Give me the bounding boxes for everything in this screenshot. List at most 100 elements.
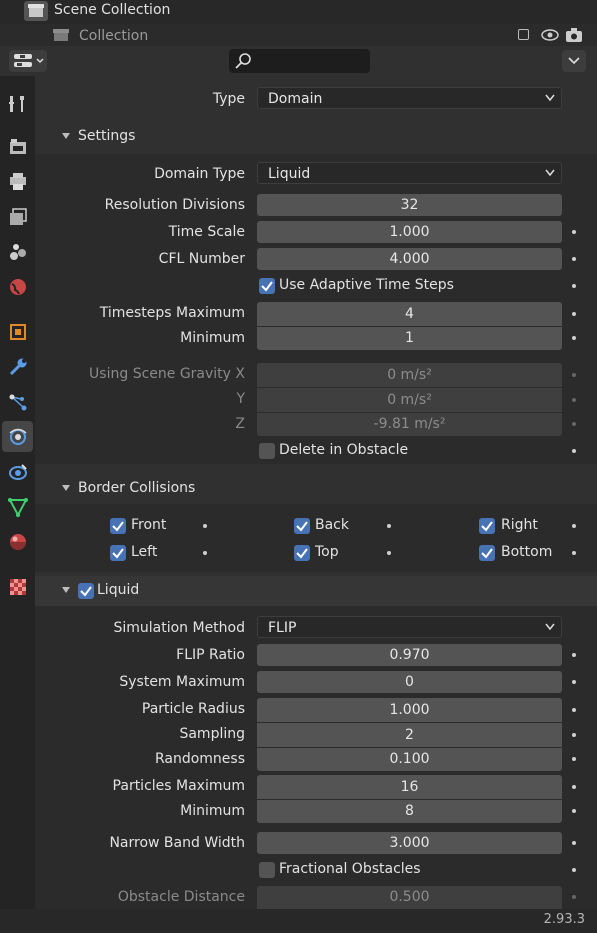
settings-panel-header[interactable]: Settings	[35, 124, 597, 150]
keyframe-dot[interactable]	[387, 524, 391, 528]
system-max-field[interactable]: 0	[257, 671, 562, 693]
domain-type-select[interactable]: Liquid	[257, 162, 562, 184]
collection-icon	[53, 29, 69, 41]
mesh-data-icon	[7, 497, 28, 517]
tab-object[interactable]	[2, 316, 33, 347]
keyframe-dot[interactable]	[572, 336, 576, 340]
keyframe-dot[interactable]	[572, 398, 576, 402]
check-icon	[481, 521, 493, 532]
particle-radius-field[interactable]: 1.000	[257, 698, 562, 722]
keyframe-dot[interactable]	[572, 257, 576, 261]
particles-max-label: Particles Maximum	[112, 778, 245, 794]
keyframe-dot[interactable]	[572, 284, 576, 288]
tab-material[interactable]	[2, 526, 33, 557]
flip-ratio-field[interactable]: 0.970	[257, 644, 562, 666]
tab-texture[interactable]	[2, 571, 33, 602]
obstacle-distance-field[interactable]: 0.500	[257, 886, 562, 909]
keyframe-dot[interactable]	[572, 733, 576, 737]
fractional-obstacles-checkbox[interactable]	[259, 862, 275, 878]
delete-in-obstacle-checkbox[interactable]	[259, 443, 275, 459]
keyframe-dot[interactable]	[572, 373, 576, 377]
sampling-field[interactable]: 2	[257, 723, 562, 747]
border-left-label: Left	[131, 544, 158, 560]
constraints-icon	[8, 463, 27, 480]
keyframe-dot[interactable]	[387, 551, 391, 555]
keyframe-dot[interactable]	[572, 785, 576, 789]
border-front-checkbox[interactable]	[110, 518, 126, 534]
eye-icon[interactable]	[541, 28, 559, 42]
timesteps-max-field[interactable]: 4	[257, 302, 562, 326]
search-input[interactable]	[229, 49, 370, 73]
keyframe-dot[interactable]	[572, 708, 576, 712]
time-scale-field[interactable]: 1.000	[257, 221, 562, 243]
liquid-panel-header[interactable]: Liquid	[35, 576, 597, 606]
check-icon	[296, 548, 308, 559]
gravity-z-field[interactable]: -9.81 m/s²	[257, 413, 562, 436]
keyframe-dot[interactable]	[572, 809, 576, 813]
tab-render[interactable]	[2, 131, 33, 162]
keyframe-dot[interactable]	[572, 841, 576, 845]
texture-icon	[9, 578, 26, 595]
tab-physics[interactable]	[2, 421, 33, 452]
particles-icon	[9, 394, 26, 410]
type-select[interactable]: Domain	[257, 87, 562, 109]
cfl-field[interactable]: 4.000	[257, 248, 562, 270]
tab-output[interactable]	[2, 166, 33, 197]
keyframe-dot[interactable]	[572, 551, 576, 555]
timesteps-min-field[interactable]: 1	[257, 327, 562, 350]
outliner: Scene Collection Collection	[0, 0, 597, 46]
keyframe-dot[interactable]	[572, 524, 576, 528]
properties-editor-icon	[14, 54, 44, 67]
border-right-checkbox[interactable]	[479, 518, 495, 534]
border-back-checkbox[interactable]	[294, 518, 310, 534]
narrow-band-label: Narrow Band Width	[109, 835, 245, 851]
tab-modifiers[interactable]	[2, 351, 33, 382]
keyframe-dot[interactable]	[572, 895, 576, 899]
keyframe-dot[interactable]	[572, 757, 576, 761]
sampling-label: Sampling	[179, 726, 245, 742]
system-max-label: System Maximum	[119, 674, 245, 690]
keyframe-dot[interactable]	[572, 868, 576, 872]
particles-min-field[interactable]: 8	[257, 800, 562, 823]
header-options-button[interactable]	[562, 50, 586, 72]
keyframe-dot[interactable]	[572, 653, 576, 657]
keyframe-dot[interactable]	[572, 422, 576, 426]
border-top-checkbox[interactable]	[294, 545, 310, 561]
randomness-field[interactable]: 0.100	[257, 748, 562, 771]
adaptive-timesteps-checkbox[interactable]	[259, 278, 275, 294]
liquid-enable-checkbox[interactable]	[78, 583, 94, 599]
tab-data[interactable]	[2, 491, 33, 522]
liquid-title: Liquid	[97, 582, 140, 598]
tab-tool[interactable]	[2, 88, 33, 119]
tab-particles[interactable]	[2, 386, 33, 417]
resolution-field[interactable]: 32	[257, 194, 562, 216]
keyframe-dot[interactable]	[572, 449, 576, 453]
tab-view-layer[interactable]	[2, 201, 33, 232]
view-layer-icon	[9, 207, 27, 225]
simulation-method-select[interactable]: FLIP	[257, 616, 562, 638]
narrow-band-field[interactable]: 3.000	[257, 832, 562, 854]
border-left-checkbox[interactable]	[110, 545, 126, 561]
keyframe-dot[interactable]	[203, 551, 207, 555]
chevron-down-icon	[545, 169, 555, 177]
border-bottom-checkbox[interactable]	[479, 545, 495, 561]
gravity-y-field[interactable]: 0 m/s²	[257, 388, 562, 412]
keyframe-dot[interactable]	[572, 230, 576, 234]
border-collisions-panel-header[interactable]: Border Collisions	[35, 476, 597, 502]
tab-scene[interactable]	[2, 236, 33, 267]
camera-icon[interactable]	[565, 27, 583, 43]
keyframe-dot[interactable]	[572, 312, 576, 316]
check-icon	[80, 586, 92, 597]
exclude-checkbox[interactable]	[518, 29, 529, 40]
editor-type-button[interactable]	[9, 50, 47, 72]
gravity-x-field[interactable]: 0 m/s²	[257, 363, 562, 387]
tab-constraints[interactable]	[2, 456, 33, 487]
keyframe-dot[interactable]	[572, 680, 576, 684]
scene-collection-icon-bg	[24, 1, 48, 21]
outliner-row-scene-collection[interactable]: Scene Collection	[0, 0, 597, 22]
keyframe-dot[interactable]	[203, 524, 207, 528]
particles-max-field[interactable]: 16	[257, 775, 562, 799]
physics-icon	[9, 428, 26, 445]
outliner-row-collection[interactable]: Collection	[0, 24, 597, 46]
tab-world[interactable]	[2, 271, 33, 302]
